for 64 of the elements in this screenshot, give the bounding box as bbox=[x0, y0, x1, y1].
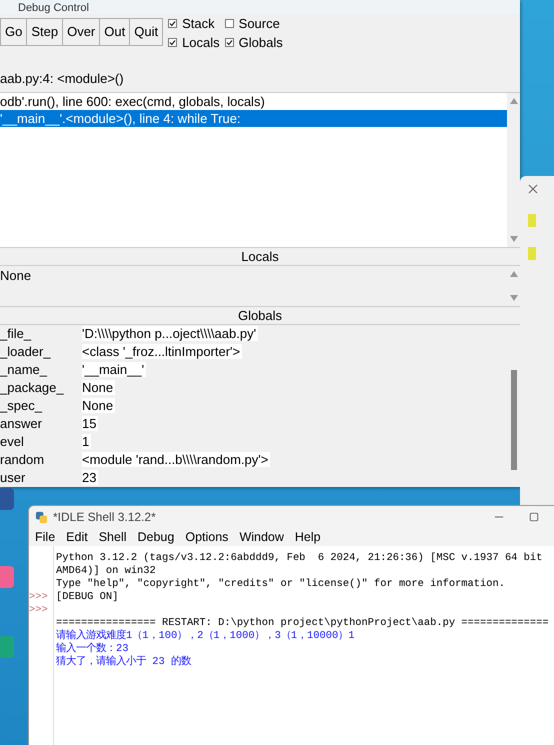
variable-value: 1 bbox=[82, 434, 92, 450]
menu-item[interactable]: Window bbox=[239, 530, 284, 544]
stack-row[interactable]: '__main__'.<module>(), line 4: while True: bbox=[0, 110, 507, 126]
shell-output-line: 猜大了，请输入小于 23 的数 bbox=[56, 656, 191, 668]
variable-name: random bbox=[0, 452, 46, 468]
maximize-icon[interactable] bbox=[529, 512, 539, 522]
stack-row[interactable]: odb'.run(), line 600: exec(cmd, globals, locals) bbox=[0, 92, 507, 110]
variable-name: _name_ bbox=[0, 362, 48, 378]
scrollbar[interactable] bbox=[507, 92, 520, 247]
variable-name: _spec_ bbox=[0, 398, 44, 414]
option-checkbox[interactable]: Locals bbox=[168, 34, 220, 50]
scroll-up-icon[interactable] bbox=[510, 98, 518, 104]
shell-output-line: 输入一个数：23 bbox=[56, 643, 128, 655]
shell-output-line: Python 3.12.2 (tags/v3.12.2:6abddd9, Feb 6 2024, 21:26:36) [MSC v.1937 64 bit bbox=[56, 552, 542, 564]
toolbar-button[interactable]: Go bbox=[0, 18, 28, 46]
variable-name: _loader_ bbox=[0, 344, 52, 360]
variable-value: '__main__' bbox=[82, 362, 146, 378]
variable-value: <class '_froz...ltinImporter'> bbox=[82, 344, 242, 360]
menu-item[interactable]: Edit bbox=[66, 530, 88, 544]
variable-value: <module 'rand...b\\\\random.py'> bbox=[82, 452, 270, 468]
variable-value: 'D:\\\\python p...oject\\\\aab.py' bbox=[82, 326, 258, 342]
scroll-up-icon[interactable] bbox=[510, 270, 518, 277]
variable-value: None bbox=[82, 380, 116, 396]
window-title: *IDLE Shell 3.12.2* bbox=[53, 510, 156, 524]
shell-output-line: [DEBUG ON] bbox=[56, 591, 118, 603]
shell-output-line: Type "help", "copyright", "credits" or "license()" for more information. bbox=[56, 578, 505, 590]
variable-name: _package_ bbox=[0, 380, 65, 396]
option-checkbox[interactable]: Source bbox=[224, 16, 283, 31]
toolbar-button[interactable]: Out bbox=[99, 18, 130, 46]
locals-row-text: None bbox=[0, 266, 32, 283]
close-icon[interactable] bbox=[528, 184, 538, 194]
menu-item[interactable]: File bbox=[35, 530, 56, 544]
toolbar-button[interactable]: Step bbox=[26, 18, 64, 46]
variable-value: 23 bbox=[82, 470, 98, 486]
menu-item[interactable]: Debug bbox=[138, 530, 174, 544]
highlight-mark bbox=[528, 247, 536, 260]
section-header: Globals bbox=[0, 306, 520, 325]
scroll-down-icon[interactable] bbox=[510, 236, 518, 242]
status-text: aab.py:4: <module>() bbox=[0, 70, 125, 88]
python-icon bbox=[35, 510, 48, 524]
variable-name: _file_ bbox=[0, 326, 32, 342]
toolbar-button[interactable]: Over bbox=[62, 18, 100, 46]
variable-value: 15 bbox=[82, 416, 98, 432]
shell-output-line: 请输入游戏难度1（1，100），2（1，1000），3（1，10000）1 bbox=[56, 630, 354, 642]
shell-output-line: ================ RESTART: D:\python project\pythonProject\aab.py ============== bbox=[56, 617, 549, 629]
menu-item[interactable]: Shell bbox=[98, 530, 126, 544]
prompt-marker: >>> bbox=[29, 591, 48, 603]
toolbar-button[interactable]: Quit bbox=[129, 18, 164, 46]
menu-item[interactable]: Options bbox=[185, 530, 228, 544]
variable-value: None bbox=[82, 398, 116, 414]
shell-output-line: AMD64)] on win32 bbox=[56, 565, 156, 577]
scrollbar-thumb[interactable] bbox=[511, 370, 517, 470]
window-title: Debug Control bbox=[18, 2, 89, 14]
option-checkbox[interactable]: Globals bbox=[224, 34, 283, 50]
variable-name: answer bbox=[0, 416, 43, 432]
variable-name: evel bbox=[0, 434, 25, 450]
variable-name: user bbox=[0, 470, 26, 486]
menu-item[interactable]: Help bbox=[294, 530, 321, 544]
section-header: Locals bbox=[0, 246, 520, 266]
highlight-mark bbox=[528, 214, 536, 227]
prompt-marker: >>> bbox=[29, 604, 48, 616]
desktop-icon[interactable] bbox=[0, 488, 14, 510]
scroll-down-icon[interactable] bbox=[510, 294, 518, 301]
option-checkbox[interactable]: Stack bbox=[168, 16, 220, 31]
